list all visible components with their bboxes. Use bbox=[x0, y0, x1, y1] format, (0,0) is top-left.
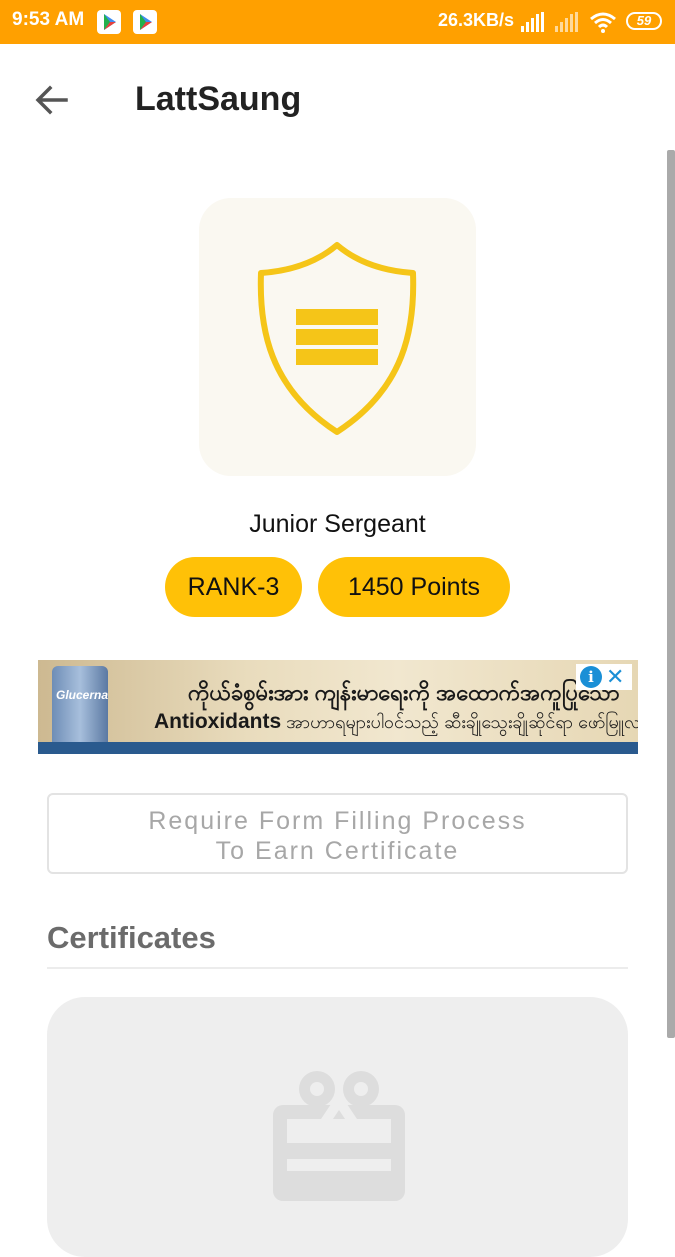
ad-subline: Antioxidants အာဟာရများပါဝင်သည့် ဆီးချိုသ… bbox=[154, 710, 638, 737]
ad-subline-bold: Antioxidants bbox=[154, 710, 282, 733]
info-icon[interactable]: i bbox=[580, 666, 602, 688]
advertisement-banner[interactable]: Glucerna ကိုယ်ခံစွမ်းအား ကျန်းမာရေးကို အ… bbox=[38, 660, 638, 754]
wifi-icon bbox=[589, 11, 617, 38]
ad-footband bbox=[38, 742, 638, 754]
battery-indicator: 59 bbox=[626, 12, 662, 30]
ad-headline: ကိုယ်ခံစွမ်းအား ကျန်းမာရေးကို အထောက်အကူပ… bbox=[188, 680, 620, 705]
page-title: LattSaung bbox=[135, 80, 302, 118]
signal-icon bbox=[521, 12, 545, 37]
play-store-icon bbox=[133, 10, 157, 34]
require-form-button[interactable]: Require Form Filling Process To Earn Cer… bbox=[47, 793, 628, 874]
arrow-left-icon bbox=[35, 85, 68, 115]
status-bar: 9:53 AM 26.3KB/s 59 bbox=[0, 0, 675, 44]
signal-icon bbox=[555, 12, 579, 37]
form-notice-line2: To Earn Certificate bbox=[215, 837, 460, 865]
ad-subline-rest: အာဟာရများပါဝင်သည့် ဆီးချိုသွေးချိုဆိုင်ရ… bbox=[281, 712, 638, 732]
close-icon[interactable]: ✕ bbox=[606, 665, 624, 689]
product-image bbox=[52, 666, 108, 746]
rank-badge: RANK-3 bbox=[165, 557, 302, 617]
certificates-heading: Certificates bbox=[47, 920, 216, 955]
form-notice-line1: Require Form Filling Process bbox=[148, 807, 527, 835]
points-badge: 1450 Points bbox=[318, 557, 510, 617]
ad-choices: i ✕ bbox=[576, 664, 632, 690]
scrollbar[interactable] bbox=[667, 150, 675, 1038]
product-name: Glucerna bbox=[56, 688, 109, 702]
play-store-icon bbox=[97, 10, 121, 34]
status-time: 9:53 AM bbox=[12, 9, 85, 30]
rank-name: Junior Sergeant bbox=[249, 510, 426, 538]
back-button[interactable] bbox=[32, 80, 72, 120]
shield-rank-icon bbox=[257, 242, 417, 435]
app-bar: LattSaung bbox=[0, 44, 675, 154]
network-speed: 26.3KB/s bbox=[438, 10, 515, 30]
section-divider bbox=[47, 967, 628, 969]
certificate-placeholder-card bbox=[47, 997, 628, 1257]
rank-badge-card bbox=[199, 198, 476, 476]
gift-icon bbox=[273, 1071, 405, 1201]
